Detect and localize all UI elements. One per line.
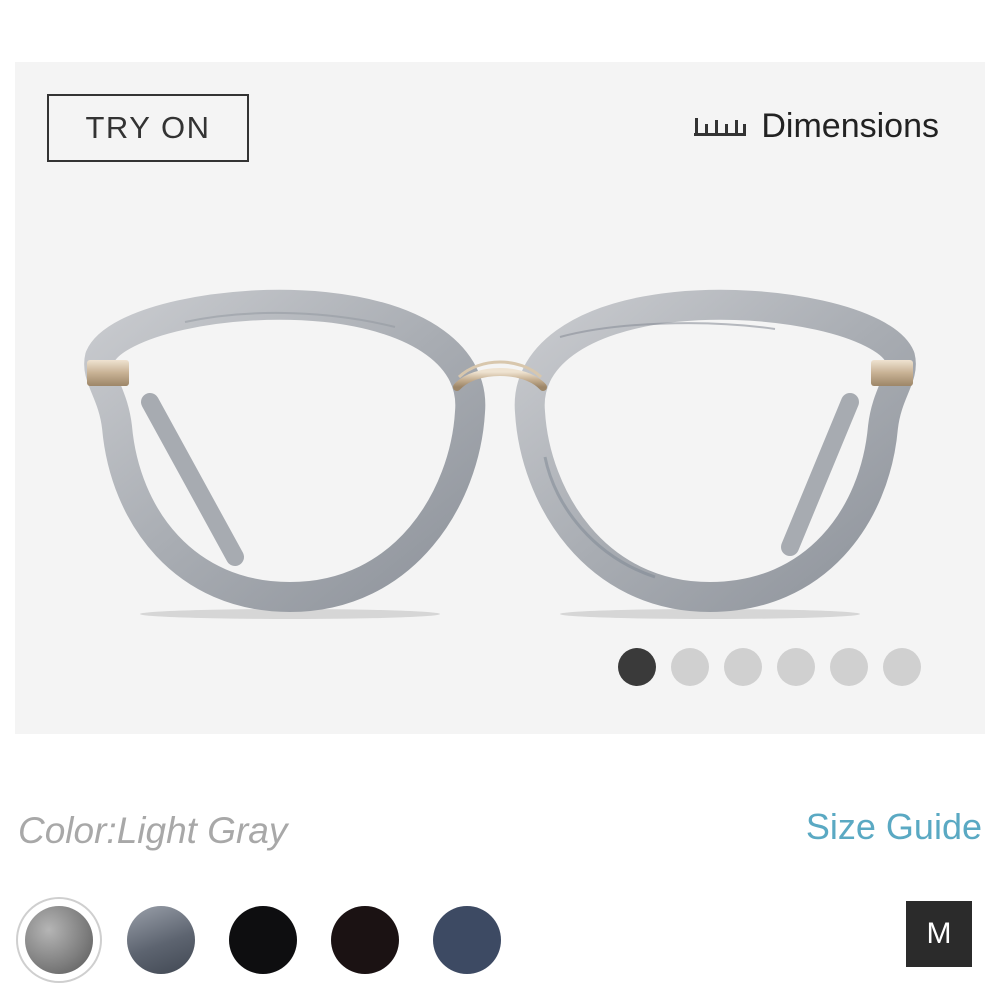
carousel-dot[interactable] — [724, 648, 762, 686]
size-option-button[interactable]: M — [906, 901, 972, 967]
carousel-dot[interactable] — [618, 648, 656, 686]
swatch-navy[interactable] — [424, 897, 510, 983]
color-label: Color:Light Gray — [18, 810, 288, 851]
ruler-icon — [694, 118, 747, 136]
color-swatches — [16, 897, 526, 983]
product-gallery: TRY ON Dimensions — [15, 62, 985, 734]
product-image — [84, 289, 916, 619]
swatch-light-gray[interactable] — [16, 897, 102, 983]
swatch-gray-blue[interactable] — [118, 897, 204, 983]
carousel-dot[interactable] — [777, 648, 815, 686]
size-guide-link[interactable]: Size Guide — [806, 806, 982, 848]
swatch-color — [127, 906, 195, 974]
size-label: M — [926, 917, 952, 950]
carousel-dot[interactable] — [883, 648, 921, 686]
swatch-color — [331, 906, 399, 974]
try-on-label: TRY ON — [85, 110, 211, 145]
swatch-dark-tortoise[interactable] — [322, 897, 408, 983]
try-on-button[interactable]: TRY ON — [47, 94, 249, 162]
carousel-pagination — [618, 648, 921, 686]
carousel-dot[interactable] — [830, 648, 868, 686]
swatch-color — [25, 906, 93, 974]
dimensions-label: Dimensions — [761, 106, 939, 145]
dimensions-button[interactable]: Dimensions — [693, 104, 939, 148]
swatch-black[interactable] — [220, 897, 306, 983]
swatch-color — [433, 906, 501, 974]
swatch-color — [229, 906, 297, 974]
carousel-dot[interactable] — [671, 648, 709, 686]
